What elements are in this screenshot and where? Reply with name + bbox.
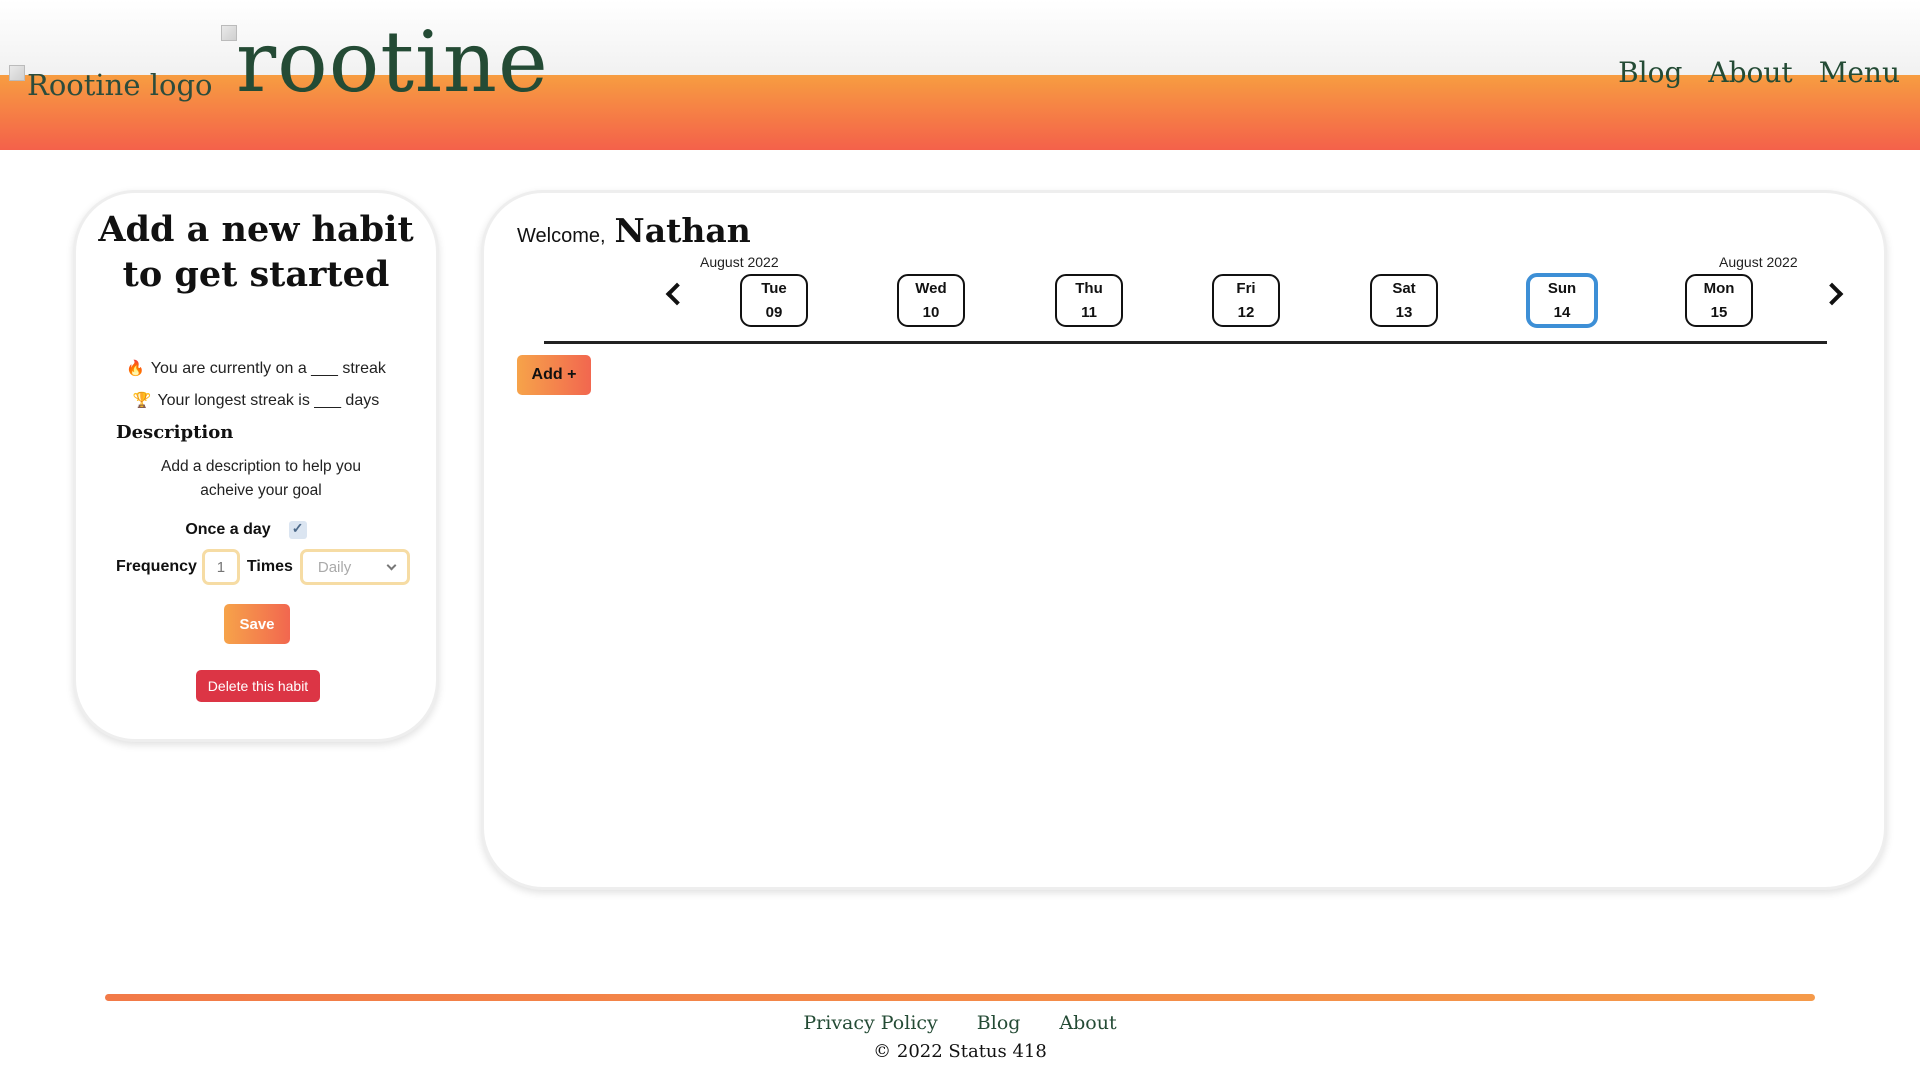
current-streak-text: You are currently on a ___ streak bbox=[150, 360, 386, 377]
day-date: 14 bbox=[1553, 304, 1571, 321]
delete-habit-button[interactable]: Delete this habit bbox=[196, 670, 320, 702]
save-button[interactable]: Save bbox=[224, 604, 290, 644]
logo-image[interactable]: Rootine logo bbox=[9, 65, 213, 102]
chevron-right-icon[interactable] bbox=[1820, 282, 1844, 306]
month-label-start: August 2022 bbox=[700, 254, 779, 270]
day-button[interactable]: Fri 12 bbox=[1212, 274, 1280, 327]
once-a-day-label: Once a day bbox=[185, 521, 271, 538]
day-weekday: Thu bbox=[1075, 280, 1103, 297]
habit-tracker-card: Welcome, Nathan August 2022 August 2022 … bbox=[481, 190, 1887, 890]
day-date: 09 bbox=[765, 304, 783, 321]
user-name: Nathan bbox=[614, 211, 751, 250]
logo-alt-text: Rootine logo bbox=[27, 68, 213, 102]
footer-divider bbox=[105, 994, 1815, 1001]
day-weekday: Fri bbox=[1236, 280, 1256, 297]
day-button[interactable]: Tue 09 bbox=[740, 274, 808, 327]
times-label: Times bbox=[246, 558, 293, 575]
nav-menu-link[interactable]: Menu bbox=[1819, 56, 1900, 89]
period-select[interactable]: Daily bbox=[299, 549, 410, 585]
footer-links: Privacy Policy Blog About bbox=[0, 1012, 1920, 1034]
day-button[interactable]: Thu 11 bbox=[1055, 274, 1123, 327]
brand-title[interactable]: rootine bbox=[236, 20, 549, 104]
broken-image-icon bbox=[221, 25, 237, 41]
frequency-label: Frequency bbox=[116, 558, 197, 575]
day-weekday: Sun bbox=[1547, 280, 1577, 297]
current-streak: 🔥 You are currently on a ___ streak bbox=[76, 359, 436, 378]
welcome-heading: Welcome, Nathan bbox=[517, 211, 751, 250]
footer-blog-link[interactable]: Blog bbox=[977, 1012, 1021, 1034]
nav-blog-link[interactable]: Blog bbox=[1618, 56, 1682, 89]
day-date: 13 bbox=[1395, 304, 1413, 321]
chevron-down-icon bbox=[386, 560, 397, 570]
day-date: 15 bbox=[1710, 304, 1728, 321]
copyright-text: © 2022 Status 418 bbox=[873, 1041, 1047, 1062]
day-weekday: Wed bbox=[915, 280, 947, 297]
once-a-day-row: Once a day bbox=[76, 520, 436, 539]
day-button-selected[interactable]: Sun 14 bbox=[1526, 273, 1598, 328]
description-heading: Description bbox=[116, 422, 234, 443]
day-weekday: Tue bbox=[761, 280, 787, 297]
nav-about-link[interactable]: About bbox=[1708, 56, 1792, 89]
habit-form-card: Add a new habit to get started 🔥 You are … bbox=[73, 190, 439, 742]
longest-streak: 🏆 Your longest streak is ___ days bbox=[76, 391, 436, 410]
add-habit-button[interactable]: Add + bbox=[517, 355, 591, 395]
longest-streak-text: Your longest streak is ___ days bbox=[157, 392, 380, 409]
day-date: 12 bbox=[1237, 304, 1255, 321]
habit-form-title: Add a new habit to get started bbox=[98, 209, 414, 295]
once-a-day-checkbox[interactable] bbox=[288, 520, 307, 539]
site-header: Rootine logo rootine Blog About Menu bbox=[0, 0, 1920, 150]
calendar-divider bbox=[544, 341, 1827, 344]
footer-privacy-link[interactable]: Privacy Policy bbox=[803, 1012, 937, 1034]
day-weekday: Sat bbox=[1392, 280, 1416, 297]
fire-icon: 🔥 bbox=[126, 360, 145, 377]
welcome-label: Welcome, bbox=[517, 225, 606, 247]
frequency-row: Frequency Times Daily bbox=[116, 549, 410, 585]
chevron-left-icon[interactable] bbox=[665, 282, 689, 306]
day-button[interactable]: Mon 15 bbox=[1685, 274, 1753, 327]
day-date: 10 bbox=[922, 304, 940, 321]
description-text[interactable]: Add a description to help you acheive yo… bbox=[136, 455, 386, 503]
footer-about-link[interactable]: About bbox=[1059, 1012, 1116, 1034]
day-weekday: Mon bbox=[1703, 280, 1735, 297]
month-label-end: August 2022 bbox=[1719, 254, 1798, 270]
period-select-value: Daily bbox=[317, 558, 352, 576]
day-button[interactable]: Wed 10 bbox=[897, 274, 965, 327]
top-nav: Blog About Menu bbox=[1618, 56, 1900, 89]
broken-image-icon bbox=[9, 65, 25, 81]
day-button[interactable]: Sat 13 bbox=[1370, 274, 1438, 327]
trophy-icon: 🏆 bbox=[132, 392, 152, 409]
day-date: 11 bbox=[1081, 304, 1097, 321]
frequency-input[interactable] bbox=[201, 549, 240, 585]
